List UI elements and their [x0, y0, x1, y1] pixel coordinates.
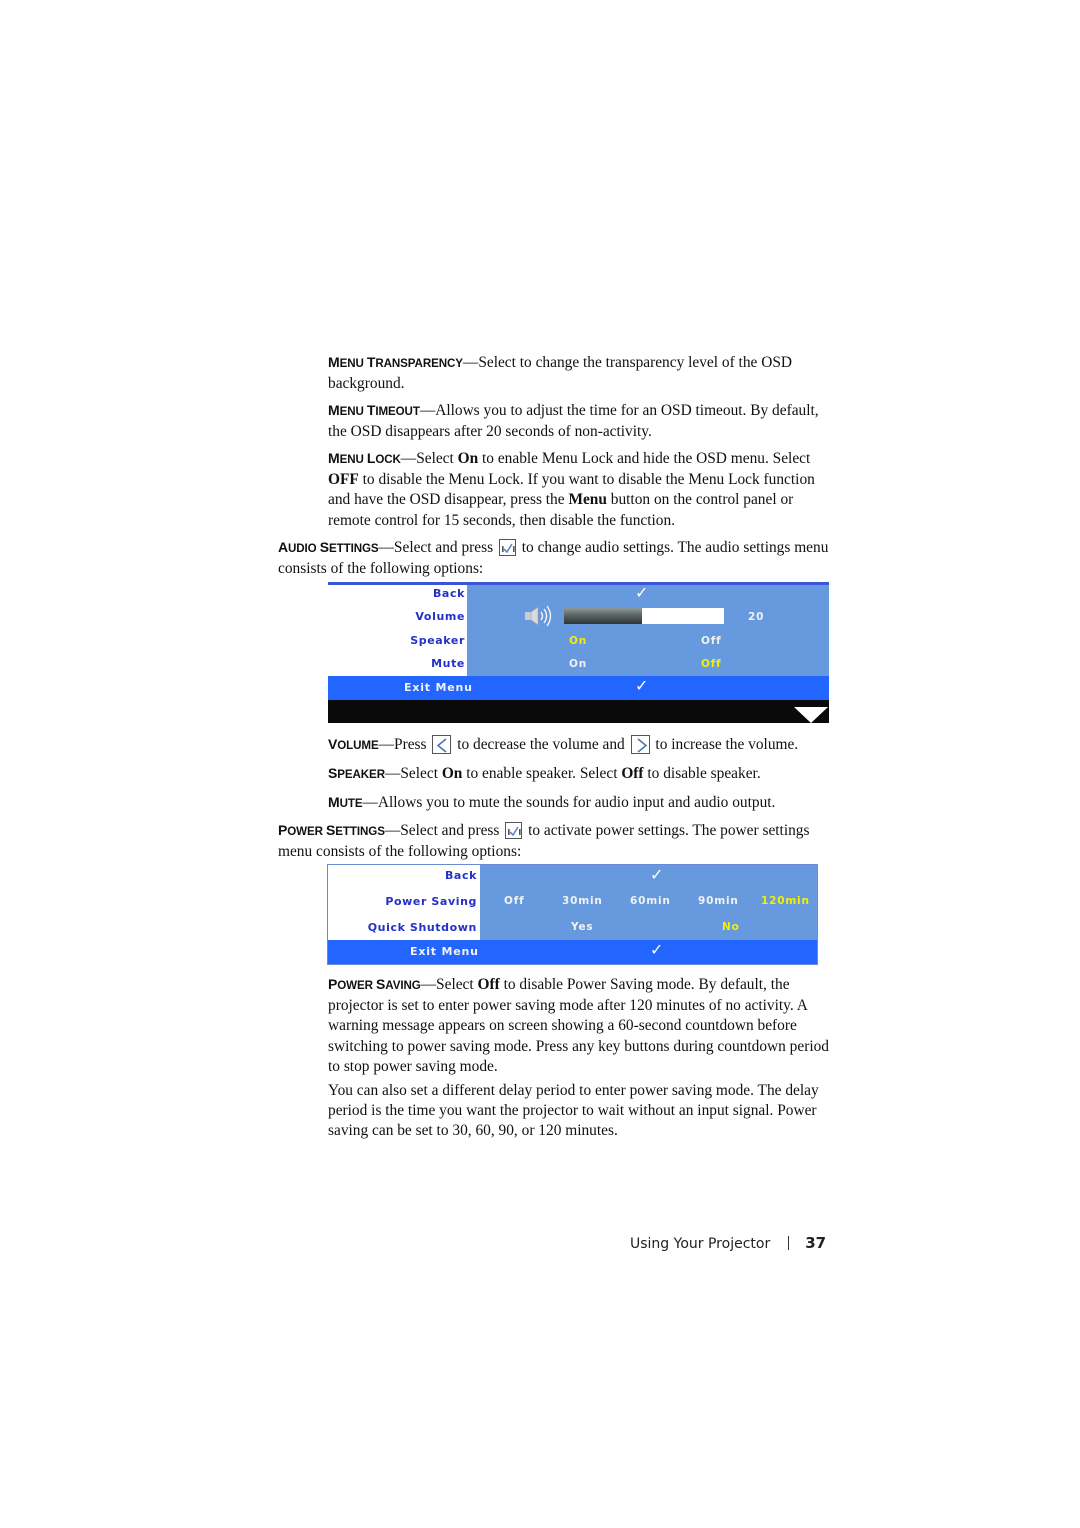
volume-term: Volume	[328, 736, 379, 752]
power-saving-option-90min[interactable]: 90min	[698, 895, 739, 907]
check-icon[interactable]: ✓	[635, 676, 648, 695]
speaker-paragraph: Speaker—Select On to enable speaker. Sel…	[328, 765, 761, 782]
volume-slider[interactable]	[564, 608, 724, 624]
speaker-option-off[interactable]: Off	[701, 635, 721, 647]
volume-slider-fill	[564, 608, 643, 624]
right-arrow-key-icon	[630, 735, 650, 754]
menu-transparency-term: Menu Transparency	[328, 354, 463, 370]
quick-shutdown-option-yes[interactable]: Yes	[571, 921, 593, 933]
mute-paragraph: Mute—Allows you to mute the sounds for a…	[328, 794, 776, 811]
power-saving-option-60min[interactable]: 60min	[630, 895, 671, 907]
power-saving-option-120min[interactable]: 120min	[761, 895, 810, 907]
volume-value: 20	[748, 611, 765, 623]
mute-term: Mute	[328, 794, 363, 810]
osd-exit-menu-label[interactable]: Exit Menu	[404, 681, 473, 694]
power-saving-option-off[interactable]: Off	[504, 895, 524, 907]
speaker-option-on[interactable]: On	[569, 635, 587, 647]
power-saving-term: Power Saving	[328, 976, 421, 992]
power-settings-osd-menu: Back ✓ Power Saving Off 30min 60min 90mi…	[327, 864, 818, 965]
menu-timeout-term: Menu Timeout	[328, 402, 420, 418]
footer-divider	[788, 1236, 790, 1250]
osd-label-mute[interactable]: Mute	[431, 657, 465, 670]
power-settings-paragraph: Power Settings—Select and press to activ…	[278, 822, 810, 861]
check-key-icon	[505, 822, 523, 839]
left-arrow-key-icon	[432, 735, 452, 754]
osd-exit-menu-row[interactable]: Exit Menu ✓	[328, 940, 817, 964]
osd-label-quick-shutdown[interactable]: Quick Shutdown	[368, 921, 477, 934]
mute-option-on[interactable]: On	[569, 658, 587, 670]
menu-lock-paragraph: Menu Lock—Select On to enable Menu Lock …	[328, 450, 815, 529]
check-icon[interactable]: ✓	[650, 865, 663, 884]
audio-settings-term: Audio Settings	[278, 539, 379, 555]
osd-label-power-saving[interactable]: Power Saving	[385, 895, 477, 908]
osd-exit-menu-row[interactable]: Exit Menu ✓	[328, 676, 829, 700]
check-key-icon	[498, 539, 516, 556]
menu-lock-term: Menu Lock	[328, 450, 401, 466]
audio-settings-osd-menu: Back ✓ Volume 20 Speaker On Off Mute On …	[328, 582, 829, 723]
quick-shutdown-option-no[interactable]: No	[722, 921, 740, 933]
osd-label-volume[interactable]: Volume	[415, 610, 465, 623]
power-settings-term: Power Settings	[278, 822, 385, 838]
power-saving-paragraph: Power Saving—Select Off to disable Power…	[328, 976, 829, 1075]
check-icon[interactable]: ✓	[650, 940, 663, 959]
speaker-icon	[523, 604, 555, 632]
footer-section-title: Using Your Projector	[630, 1236, 771, 1252]
menu-timeout-paragraph: Menu Timeout—Allows you to adjust the ti…	[328, 402, 819, 441]
scroll-down-arrow-icon[interactable]	[794, 707, 828, 727]
osd-scroll-bar	[328, 700, 829, 723]
page-number: 37	[805, 1234, 827, 1252]
osd-label-back[interactable]: Back	[445, 869, 477, 882]
menu-transparency-paragraph: Menu Transparency—Select to change the t…	[328, 354, 792, 393]
power-saving-option-30min[interactable]: 30min	[562, 895, 603, 907]
mute-option-off[interactable]: Off	[701, 658, 721, 670]
delay-period-paragraph: You can also set a different delay perio…	[328, 1082, 819, 1140]
speaker-term: Speaker	[328, 765, 385, 781]
audio-settings-paragraph: Audio Settings—Select and press to chang…	[278, 539, 829, 578]
osd-label-speaker[interactable]: Speaker	[410, 634, 465, 647]
check-icon[interactable]: ✓	[635, 583, 648, 602]
osd-exit-menu-label[interactable]: Exit Menu	[410, 945, 479, 958]
page-footer: Using Your Projector 37	[630, 1234, 826, 1252]
volume-paragraph: Volume—Press to decrease the volume and …	[328, 735, 799, 754]
osd-label-back[interactable]: Back	[433, 587, 465, 600]
